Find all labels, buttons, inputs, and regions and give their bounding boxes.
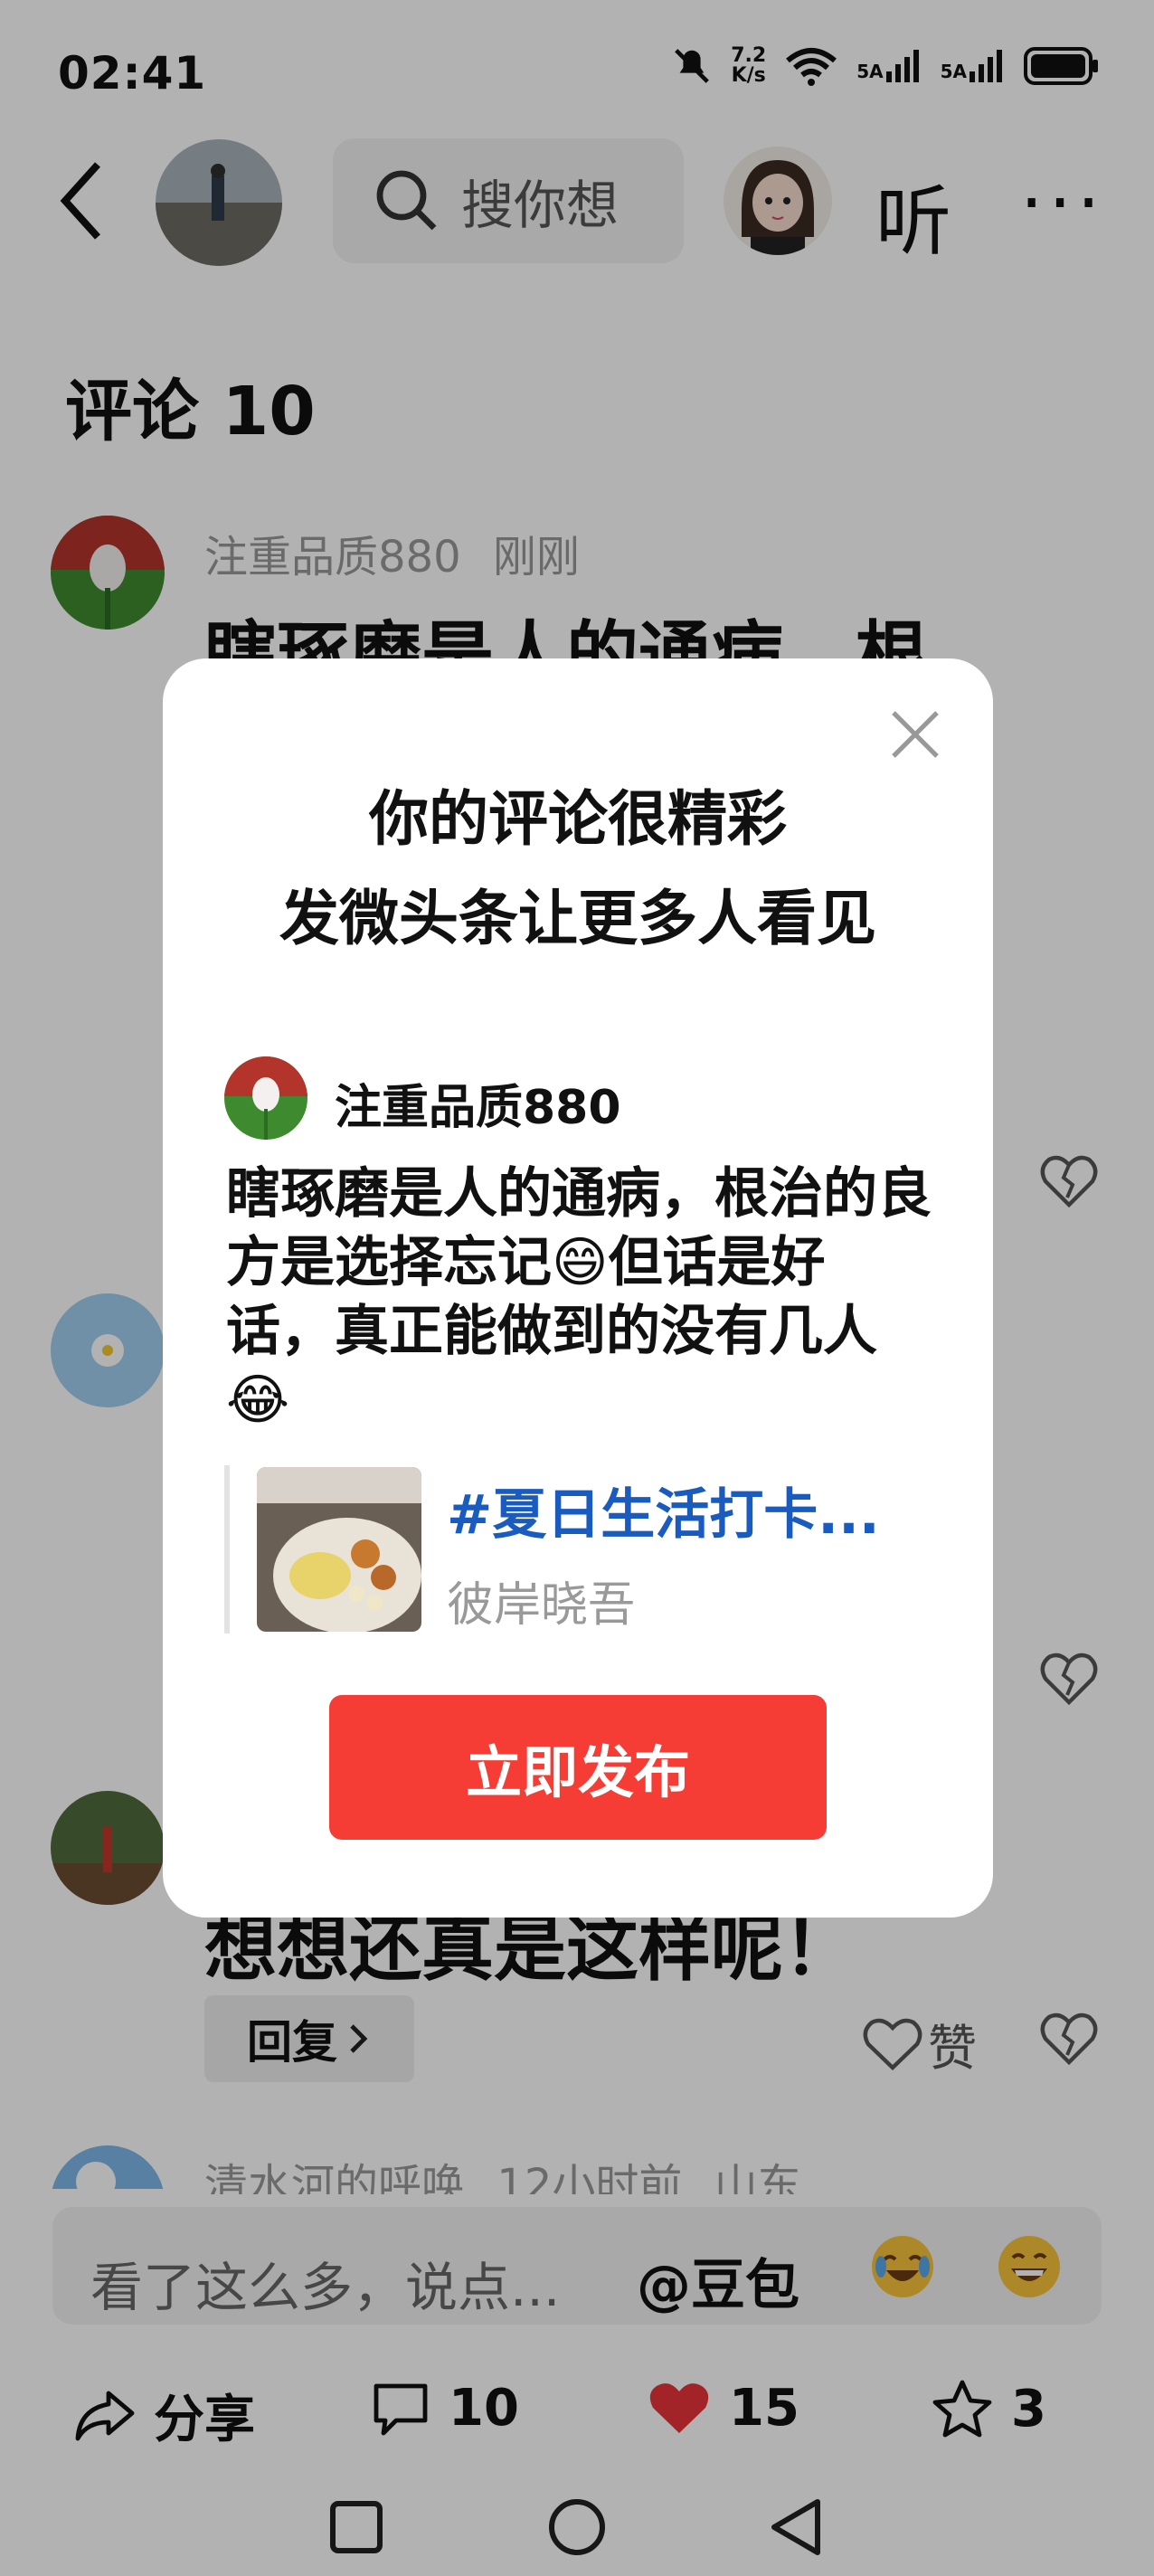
dialog-title-line2: 发微头条让更多人看见 — [279, 884, 876, 953]
topic-author: 彼岸晓吾 — [447, 1578, 636, 1633]
close-icon — [892, 711, 939, 758]
topic-title: #夏日生活打卡... — [447, 1483, 880, 1547]
topic-divider — [224, 1465, 230, 1634]
publish-button[interactable]: 立即发布 — [329, 1695, 827, 1840]
dialog-user-avatar — [224, 1056, 307, 1140]
topic-thumbnail — [257, 1467, 421, 1632]
dialog-title-line1: 你的评论很精彩 — [369, 784, 787, 854]
dialog-comment-text: 瞎琢磨是人的通病，根治的良方是选择忘记😄但话是好话，真正能做到的没有几人😂 — [226, 1162, 932, 1432]
close-button[interactable] — [888, 707, 942, 762]
dialog-username: 注重品质880 — [335, 1081, 621, 1135]
